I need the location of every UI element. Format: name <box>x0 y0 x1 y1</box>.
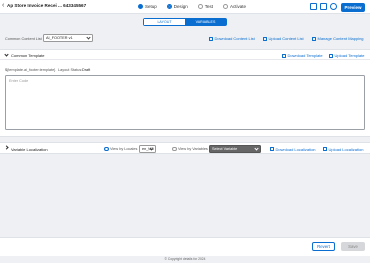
download-template-link[interactable]: Download Template <box>282 53 323 58</box>
copyright-text: © Copyright details for 2024 <box>164 257 206 261</box>
step-todo-icon <box>197 4 203 9</box>
revert-button[interactable]: Revert <box>312 242 335 251</box>
manage-content-mapping-link[interactable]: Manage Content Mapping <box>312 36 364 41</box>
common-template-panel: Common Template Download Template Upload… <box>0 49 370 137</box>
section-title: Variable Localization <box>11 146 48 152</box>
tab-layout[interactable]: LAYOUT <box>144 19 185 25</box>
select-variable-dropdown[interactable]: Select Variable <box>209 144 261 153</box>
locale-select[interactable]: en_US <box>139 144 156 153</box>
upload-template-link[interactable]: Upload Template <box>329 53 364 58</box>
content-list-row: Common Content List AI_FOOTER v1 Downloa… <box>0 31 370 47</box>
code-editor[interactable]: Enter Code <box>5 75 365 130</box>
section-title: Common Template <box>11 53 45 58</box>
view-by-variables-radio[interactable] <box>172 146 177 151</box>
chevron-down-icon <box>86 35 91 40</box>
view-icon[interactable] <box>310 3 317 10</box>
view-by-locales-label: View by Locales <box>110 147 138 151</box>
save-button[interactable]: Save <box>341 242 365 251</box>
view-by-variables-label: View by Variables <box>178 147 208 151</box>
step-test[interactable]: Test <box>197 2 213 11</box>
tab-variables[interactable]: VARIABLES <box>185 19 226 25</box>
layout-status-label: Layout Status: <box>58 68 83 72</box>
view-toggle: LAYOUT VARIABLES <box>143 18 227 26</box>
common-template-header[interactable]: Common Template Download Template Upload… <box>0 50 370 60</box>
footer-actions: Revert Save <box>0 237 370 256</box>
upload-icon <box>329 53 333 58</box>
back-icon[interactable]: ‹ <box>2 2 4 10</box>
progress-steps: Setup Design Test Activate <box>138 2 256 11</box>
settings-icon <box>312 36 316 41</box>
view-by-locales-radio[interactable] <box>104 146 109 151</box>
step-done-icon <box>138 4 143 9</box>
layout-status-value: Draft <box>82 68 91 72</box>
content-list-label: Common Content List <box>5 37 42 41</box>
document-icon[interactable] <box>320 3 327 10</box>
content-list-select[interactable]: AI_FOOTER v1 <box>43 34 93 42</box>
chevron-right-icon[interactable] <box>4 145 9 150</box>
step-setup[interactable]: Setup <box>138 2 157 11</box>
chevron-down-icon <box>254 145 259 151</box>
download-content-list-link[interactable]: Download Content List <box>209 36 255 41</box>
template-variable-name: ${template.ai_footer.template} <box>5 68 56 72</box>
page-title: Ap Store Invoice Recei ... 643345567 <box>7 3 87 8</box>
upload-icon <box>263 36 267 41</box>
step-design[interactable]: Design <box>166 2 188 11</box>
download-icon <box>270 147 274 151</box>
upload-icon <box>323 147 327 151</box>
top-bar: ‹ Ap Store Invoice Recei ... 643345567 S… <box>0 0 370 14</box>
download-icon <box>209 36 213 41</box>
step-todo-icon <box>223 4 229 9</box>
chevron-down-icon <box>4 52 9 57</box>
download-localization-link[interactable]: Download Localization <box>270 147 316 152</box>
step-current-icon <box>166 4 172 9</box>
variable-localization-row: Variable Localization View by Locales en… <box>0 142 370 154</box>
step-activate[interactable]: Activate <box>223 2 246 11</box>
upload-localization-link[interactable]: Upload Localization <box>323 147 363 152</box>
download-icon <box>282 53 286 58</box>
preview-button[interactable]: Preview <box>341 3 365 12</box>
gear-icon[interactable] <box>330 3 337 10</box>
upload-content-list-link[interactable]: Upload Content List <box>263 36 304 41</box>
